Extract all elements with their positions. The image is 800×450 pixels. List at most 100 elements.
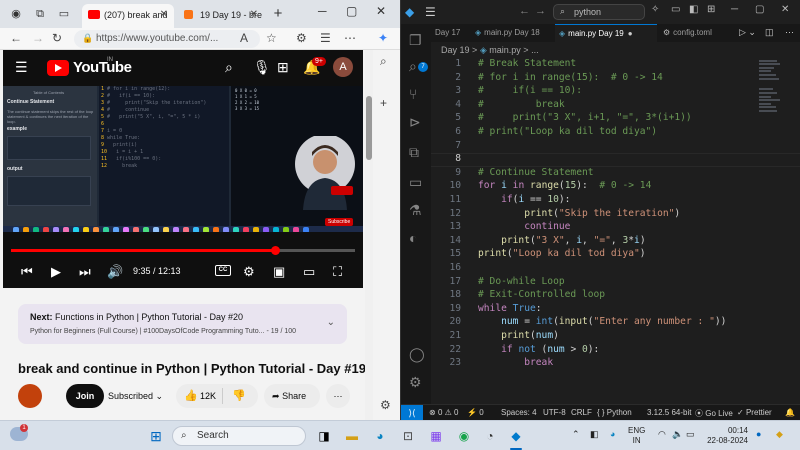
browser-tab-youtube[interactable]: (207) break and ✕ <box>82 4 174 28</box>
manage-gear-icon[interactable]: ⚙ <box>409 374 422 391</box>
copilot-icon[interactable]: ✦ <box>378 31 388 45</box>
clock-app-icon[interactable]: ◔ <box>480 426 500 446</box>
explorer-icon[interactable]: ❐ <box>409 32 422 49</box>
progress-scrubber[interactable] <box>270 246 280 255</box>
notification-icon[interactable]: ● <box>756 429 761 439</box>
start-windows-icon[interactable]: ⊞ <box>146 426 166 446</box>
extensions-icon[interactable]: ⧉ <box>409 144 419 161</box>
layout-split-icon[interactable]: ◧ <box>689 4 698 15</box>
browser-menu-icon[interactable]: ⋯ <box>344 31 356 45</box>
tray-app-icon[interactable]: ◧ <box>590 429 599 440</box>
tab-day18[interactable]: ◈ main.py Day 18 <box>471 24 551 42</box>
video-frame[interactable]: Table of Contents Continue Statement The… <box>3 86 363 232</box>
golive-status[interactable]: ⦿ Go Live <box>695 408 733 419</box>
code-editor[interactable]: 1 # Break Statement 2 # for i in range(15)… <box>431 58 800 404</box>
join-button[interactable]: Join <box>66 384 104 408</box>
captions-button[interactable]: CC <box>215 265 231 276</box>
language-status[interactable]: { } Python <box>597 408 632 417</box>
close-window-icon[interactable]: ✕ <box>781 4 789 15</box>
command-center-search[interactable]: ⌕ python <box>553 4 645 20</box>
notifications-bell-icon[interactable]: 🔔 <box>785 408 795 417</box>
play-icon[interactable]: ▶ <box>51 264 61 280</box>
youtube-logo-icon[interactable] <box>47 60 69 76</box>
indentation-status[interactable]: Spaces: 4 <box>501 408 537 417</box>
file-explorer-icon[interactable]: ▬ <box>342 426 362 446</box>
next-video-card[interactable]: Next: Functions in Python | Python Tutor… <box>18 304 347 344</box>
theater-icon[interactable]: ▭ <box>303 264 315 280</box>
chevron-down-icon[interactable]: ⌄ <box>327 317 335 328</box>
youtube-brand[interactable]: YouTube <box>73 59 132 76</box>
app-icon[interactable]: ▦ <box>426 426 446 446</box>
minimize-icon[interactable]: ─ <box>731 4 738 15</box>
widgets-icon[interactable]: ◆ <box>776 429 783 440</box>
tray-edge-icon[interactable]: ◕ <box>610 429 615 439</box>
copilot-icon[interactable]: ✧ <box>651 4 659 15</box>
source-control-icon[interactable]: ⑂ <box>409 86 417 102</box>
run-icon[interactable]: ▷ ⌄ <box>739 27 756 38</box>
sidebar-search-icon[interactable]: ⌕ <box>380 54 387 69</box>
problems-indicator[interactable]: ⊗ 0 ⚠ 0 <box>429 408 458 417</box>
unsaved-dot-icon[interactable]: ● <box>628 29 633 38</box>
breadcrumb-symbol[interactable]: ... <box>531 45 539 55</box>
scrollbar-thumb[interactable] <box>366 96 372 160</box>
menu-icon[interactable]: ☰ <box>425 5 436 19</box>
breadcrumb-folder[interactable]: Day 19 <box>441 45 470 55</box>
edge-devtools-icon[interactable]: ◐ <box>409 230 417 246</box>
subscribed-button[interactable]: Subscribed ⌄ <box>108 384 163 408</box>
like-count[interactable]: 12K <box>200 384 216 408</box>
clock[interactable]: 00:14 22-08-2024 <box>700 426 748 446</box>
more-actions-icon[interactable]: ⋯ <box>785 27 794 38</box>
tab-day17[interactable]: Day 17 <box>431 24 469 42</box>
remote-icon[interactable]: ⟩⟨ <box>401 405 423 421</box>
create-icon[interactable]: ⊞ <box>277 59 289 76</box>
edge-icon[interactable]: ◕ <box>370 426 390 446</box>
hamburger-icon[interactable]: ☰ <box>15 59 28 76</box>
chrome-icon[interactable]: ◉ <box>454 426 474 446</box>
editor-scrollbar[interactable] <box>791 58 800 404</box>
browser-scrollbar[interactable] <box>365 50 373 420</box>
wifi-icon[interactable]: ◠ <box>658 429 666 440</box>
workspaces-icon[interactable]: ⧉ <box>32 6 48 22</box>
eol-status[interactable]: CRLF <box>571 408 592 417</box>
tab-day19[interactable]: ◈ main.py Day 19 ● <box>555 24 657 42</box>
mic-icon[interactable]: 🎙 <box>253 59 271 76</box>
encoding-status[interactable]: UTF-8 <box>543 408 566 417</box>
minimize-icon[interactable]: ─ <box>318 4 327 18</box>
miniplayer-icon[interactable]: ▣ <box>273 264 285 280</box>
volume-icon[interactable]: 🔈 <box>672 429 683 440</box>
search-icon[interactable]: ⌕ <box>225 59 233 76</box>
previous-icon[interactable]: ⏮ <box>21 264 33 280</box>
account-icon[interactable]: ◯ <box>409 346 425 363</box>
favorite-star-icon[interactable]: ☆ <box>266 31 277 45</box>
profile-icon[interactable]: ◉ <box>8 6 24 22</box>
share-button[interactable]: ➦ Share <box>264 384 320 408</box>
settings-gear-icon[interactable]: ⚙ <box>243 264 255 280</box>
breadcrumb-file[interactable]: main.py <box>489 45 521 55</box>
browser-tab-day19[interactable]: 19 Day 19 - bre ✕ <box>178 4 264 28</box>
tab-config[interactable]: ⚙ config.toml <box>659 24 731 42</box>
sidebar-add-icon[interactable]: + <box>380 96 387 110</box>
close-tab-icon[interactable]: ✕ <box>250 9 258 20</box>
new-tab-button[interactable]: + <box>270 6 286 22</box>
thumbs-up-icon[interactable]: 👍 <box>184 389 198 402</box>
refresh-icon[interactable]: ↻ <box>52 31 62 45</box>
collections-icon[interactable]: ☰ <box>320 31 331 45</box>
url-field[interactable]: 🔒 https://www.youtube.com/... <box>74 30 260 48</box>
ports-indicator[interactable]: ⚡ 0 <box>467 408 484 417</box>
nav-forward-icon[interactable]: → <box>535 5 546 17</box>
more-actions-button[interactable]: ⋯ <box>326 384 350 408</box>
thumbs-down-icon[interactable]: 👎 <box>232 389 246 402</box>
language-indicator[interactable]: ENG IN <box>628 426 645 446</box>
channel-avatar[interactable] <box>18 384 42 408</box>
testing-icon[interactable]: ⚗ <box>409 202 422 219</box>
close-tab-icon[interactable]: ✕ <box>160 9 168 20</box>
back-icon[interactable]: ← <box>10 31 22 45</box>
progress-bar[interactable] <box>11 246 355 255</box>
lock-icon[interactable]: 🔒 <box>82 33 93 44</box>
account-avatar[interactable]: A <box>333 57 353 77</box>
forward-icon[interactable]: → <box>32 31 44 45</box>
fullscreen-icon[interactable]: ⛶ <box>333 264 342 280</box>
taskbar-search[interactable]: ⌕ Search <box>172 426 306 446</box>
next-icon[interactable]: ⏭ <box>79 264 91 280</box>
maximize-icon[interactable]: ▢ <box>755 4 764 15</box>
